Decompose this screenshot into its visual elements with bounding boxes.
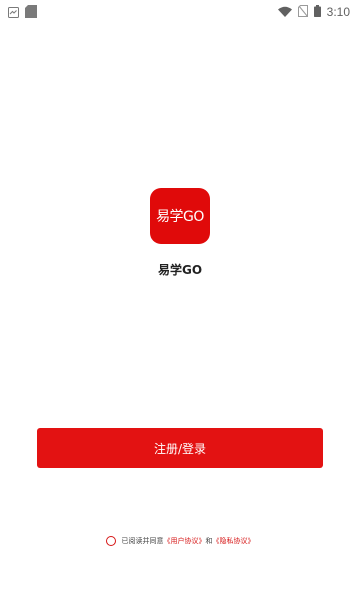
login-screen: 3:10 易学GO 易学GO 注册/登录 已阅读并同意 《用户协议》 和 《隐私… [0, 0, 360, 600]
wifi-icon [277, 2, 292, 21]
app-name: 易学GO [157, 263, 203, 277]
agreement-row: 已阅读并同意 《用户协议》 和 《隐私协议》 [0, 536, 360, 546]
register-login-button[interactable]: 注册/登录 [37, 428, 323, 468]
sd-card-icon [25, 3, 37, 22]
status-bar-left [8, 3, 37, 22]
agreement-prefix: 已阅读并同意 [121, 537, 164, 545]
status-bar: 3:10 [0, 0, 360, 20]
app-logo-text: 易学GO [156, 209, 204, 225]
privacy-policy-link[interactable]: 《隐私协议》 [213, 536, 255, 546]
status-bar-right: 3:10 [277, 2, 350, 21]
user-agreement-link[interactable]: 《用户协议》 [164, 536, 206, 546]
status-time: 3:10 [326, 4, 350, 19]
screenshot-icon [8, 3, 19, 22]
app-logo: 易学GO [150, 188, 210, 244]
battery-icon [313, 2, 321, 21]
agreement-conjunction: 和 [205, 537, 213, 545]
no-sim-icon [297, 2, 308, 21]
agree-radio-button[interactable] [105, 536, 116, 546]
